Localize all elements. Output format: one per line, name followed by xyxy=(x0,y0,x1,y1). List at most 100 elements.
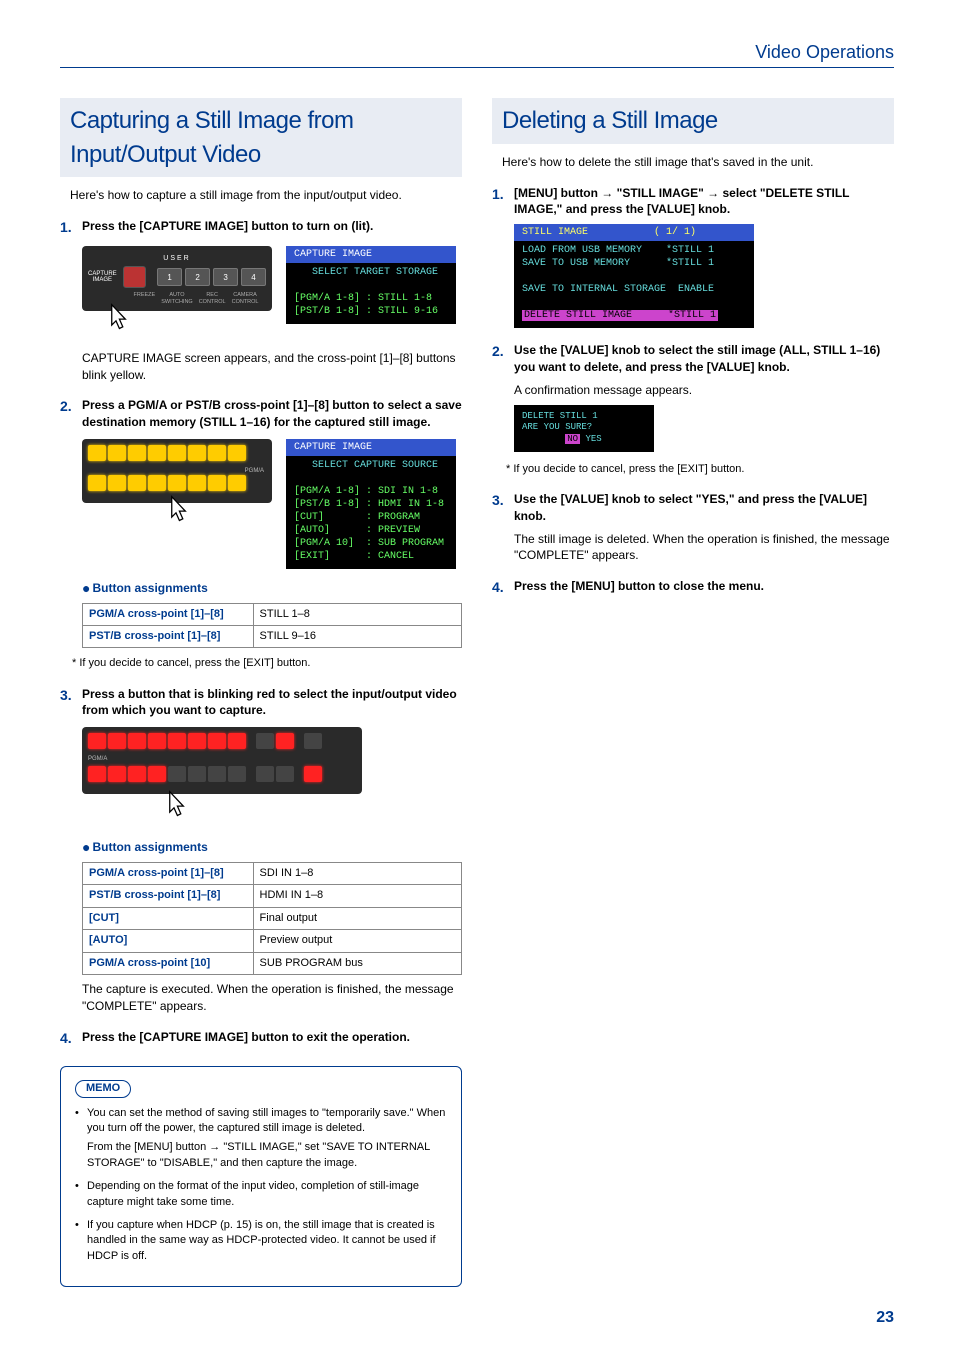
assign-heading-1: ●Button assignments xyxy=(82,579,462,599)
memo-item-1: You can set the method of saving still i… xyxy=(75,1106,447,1172)
table-row: PGM/A cross-point [1]–[8]STILL 1–8 xyxy=(83,603,462,625)
pgm-btn[interactable] xyxy=(228,733,246,749)
pgm-btn[interactable] xyxy=(188,445,206,461)
step-number: 3. xyxy=(492,491,514,511)
user-btn-3[interactable]: 3 xyxy=(213,268,238,286)
confirm-no[interactable]: NO xyxy=(565,434,580,444)
table-row: [AUTO]Preview output xyxy=(83,930,462,952)
pst-btn[interactable] xyxy=(208,766,226,782)
step-2: 2. Press a PGM/A or PST/B cross-point [1… xyxy=(60,397,462,431)
rscr1-l1: LOAD FROM USB MEMORY *STILL 1 xyxy=(522,245,714,256)
pgm-btn[interactable] xyxy=(148,445,166,461)
pst-btn[interactable] xyxy=(188,475,206,491)
step-1: 1. Press the [CAPTURE IMAGE] button to t… xyxy=(60,218,462,238)
step-4: 4. Press the [CAPTURE IMAGE] button to e… xyxy=(60,1029,462,1049)
table-row: PST/B cross-point [1]–[8]HDMI IN 1–8 xyxy=(83,885,462,907)
pgm-btn[interactable] xyxy=(108,445,126,461)
cell: PGM/A cross-point [1]–[8] xyxy=(83,603,254,625)
scr2-l1: [PGM/A 1-8] : SDI IN 1-8 xyxy=(294,486,438,497)
right-title: Deleting a Still Image xyxy=(492,98,894,144)
scr2-l5: [PGM/A 10] : SUB PROGRAM xyxy=(294,538,444,549)
assign-heading-2: ●Button assignments xyxy=(82,838,462,858)
pst-btn[interactable] xyxy=(228,766,246,782)
assign-table-2: PGM/A cross-point [1]–[8]SDI IN 1–8 PST/… xyxy=(82,862,462,975)
pgm-btn[interactable] xyxy=(128,733,146,749)
pgm-btn[interactable] xyxy=(168,445,186,461)
cut-btn[interactable] xyxy=(304,733,322,749)
scr2-l6: [EXIT] : CANCEL xyxy=(294,551,414,562)
cell: Preview output xyxy=(253,930,461,952)
pst-btn-9[interactable] xyxy=(256,766,274,782)
pst-btn[interactable] xyxy=(168,475,186,491)
pgm-btn-10[interactable] xyxy=(276,733,294,749)
cell: [AUTO] xyxy=(83,930,254,952)
left-intro: Here's how to capture a still image from… xyxy=(70,187,462,204)
user-label: USER xyxy=(88,254,266,264)
pgm-btn[interactable] xyxy=(108,733,126,749)
pst-btn[interactable] xyxy=(228,475,246,491)
pst-btn[interactable] xyxy=(128,766,146,782)
section-name: Video Operations xyxy=(755,40,894,65)
step1-figures: USER CAPTURE IMAGE 1 2 3 4 F xyxy=(82,246,462,342)
pst-btn[interactable] xyxy=(188,766,206,782)
rstep4-text: Press the [MENU] button to close the men… xyxy=(514,579,764,593)
pst-btn[interactable] xyxy=(148,766,166,782)
step-number: 2. xyxy=(60,397,82,417)
assign-table-1: PGM/A cross-point [1]–[8]STILL 1–8 PST/B… xyxy=(82,603,462,649)
pointer-icon xyxy=(160,790,188,824)
sub-rec: REC CONTROL xyxy=(199,292,226,307)
pgm-label: PGM/A xyxy=(88,467,266,475)
cell: SDI IN 1–8 xyxy=(253,863,461,885)
left-title: Capturing a Still Image from Input/Outpu… xyxy=(60,98,462,177)
pgm-btn[interactable] xyxy=(128,445,146,461)
pgm-btn-9[interactable] xyxy=(256,733,274,749)
user-btn-2[interactable]: 2 xyxy=(185,268,210,286)
pst-btn[interactable] xyxy=(108,766,126,782)
pgm-btn[interactable] xyxy=(88,733,106,749)
pst-btn-10[interactable] xyxy=(276,766,294,782)
scr2-l4: [AUTO] : PREVIEW xyxy=(294,525,420,536)
r-step-4: 4. Press the [MENU] button to close the … xyxy=(492,578,894,598)
pgm-btn[interactable] xyxy=(168,733,186,749)
page-number: 23 xyxy=(60,1307,894,1329)
pst-btn[interactable] xyxy=(208,475,226,491)
cell: HDMI IN 1–8 xyxy=(253,885,461,907)
r-step-2: 2. Use the [VALUE] knob to select the st… xyxy=(492,342,894,376)
cell: PGM/A cross-point [10] xyxy=(83,952,254,974)
cell: PST/B cross-point [1]–[8] xyxy=(83,885,254,907)
scr2-title: CAPTURE IMAGE xyxy=(286,439,456,456)
capture-image-button[interactable] xyxy=(123,266,146,288)
scr1-l1: [PGM/A 1-8] : STILL 1-8 xyxy=(294,293,432,304)
user-btn-1[interactable]: 1 xyxy=(157,268,182,286)
cell: STILL 1–8 xyxy=(253,603,461,625)
pgm-btn[interactable] xyxy=(188,733,206,749)
pst-btn[interactable] xyxy=(128,475,146,491)
memo-item-3: If you capture when HDCP (p. 15) is on, … xyxy=(75,1218,447,1264)
capture-label: CAPTURE IMAGE xyxy=(88,271,117,283)
pgm-label: PGM/A xyxy=(88,755,356,763)
cell: [CUT] xyxy=(83,907,254,929)
pgm-btn[interactable] xyxy=(208,445,226,461)
sub-cam: CAMERA CONTROL xyxy=(232,292,259,307)
auto-btn[interactable] xyxy=(304,766,322,782)
capture-screen-1: CAPTURE IMAGE SELECT TARGET STORAGE [PGM… xyxy=(286,246,456,324)
table-row: PGM/A cross-point [10]SUB PROGRAM bus xyxy=(83,952,462,974)
pst-btn[interactable] xyxy=(148,475,166,491)
step2-figures: PGM/A CAPTURE IMAGE SELECT CAPTURE SOURC… xyxy=(82,439,462,569)
rscr1-l3: SAVE TO INTERNAL STORAGE ENABLE xyxy=(522,284,714,295)
pgm-btn[interactable] xyxy=(88,445,106,461)
user-btn-4[interactable]: 4 xyxy=(241,268,266,286)
scr1-l2: [PST/B 1-8] : STILL 9-16 xyxy=(294,306,438,317)
pst-btn[interactable] xyxy=(108,475,126,491)
rscr1-l4: DELETE STILL IMAGE *STILL 1 xyxy=(522,310,718,321)
crosspoint-panel-red: PGM/A xyxy=(82,727,362,793)
pst-btn[interactable] xyxy=(168,766,186,782)
pgm-btn[interactable] xyxy=(228,445,246,461)
pgm-btn[interactable] xyxy=(208,733,226,749)
pst-btn[interactable] xyxy=(88,475,106,491)
step3-figures: PGM/A xyxy=(82,727,462,793)
r-step-3: 3. Use the [VALUE] knob to select "YES,"… xyxy=(492,491,894,525)
confirm-yes[interactable]: YES xyxy=(585,434,601,444)
pgm-btn[interactable] xyxy=(148,733,166,749)
pst-btn[interactable] xyxy=(88,766,106,782)
